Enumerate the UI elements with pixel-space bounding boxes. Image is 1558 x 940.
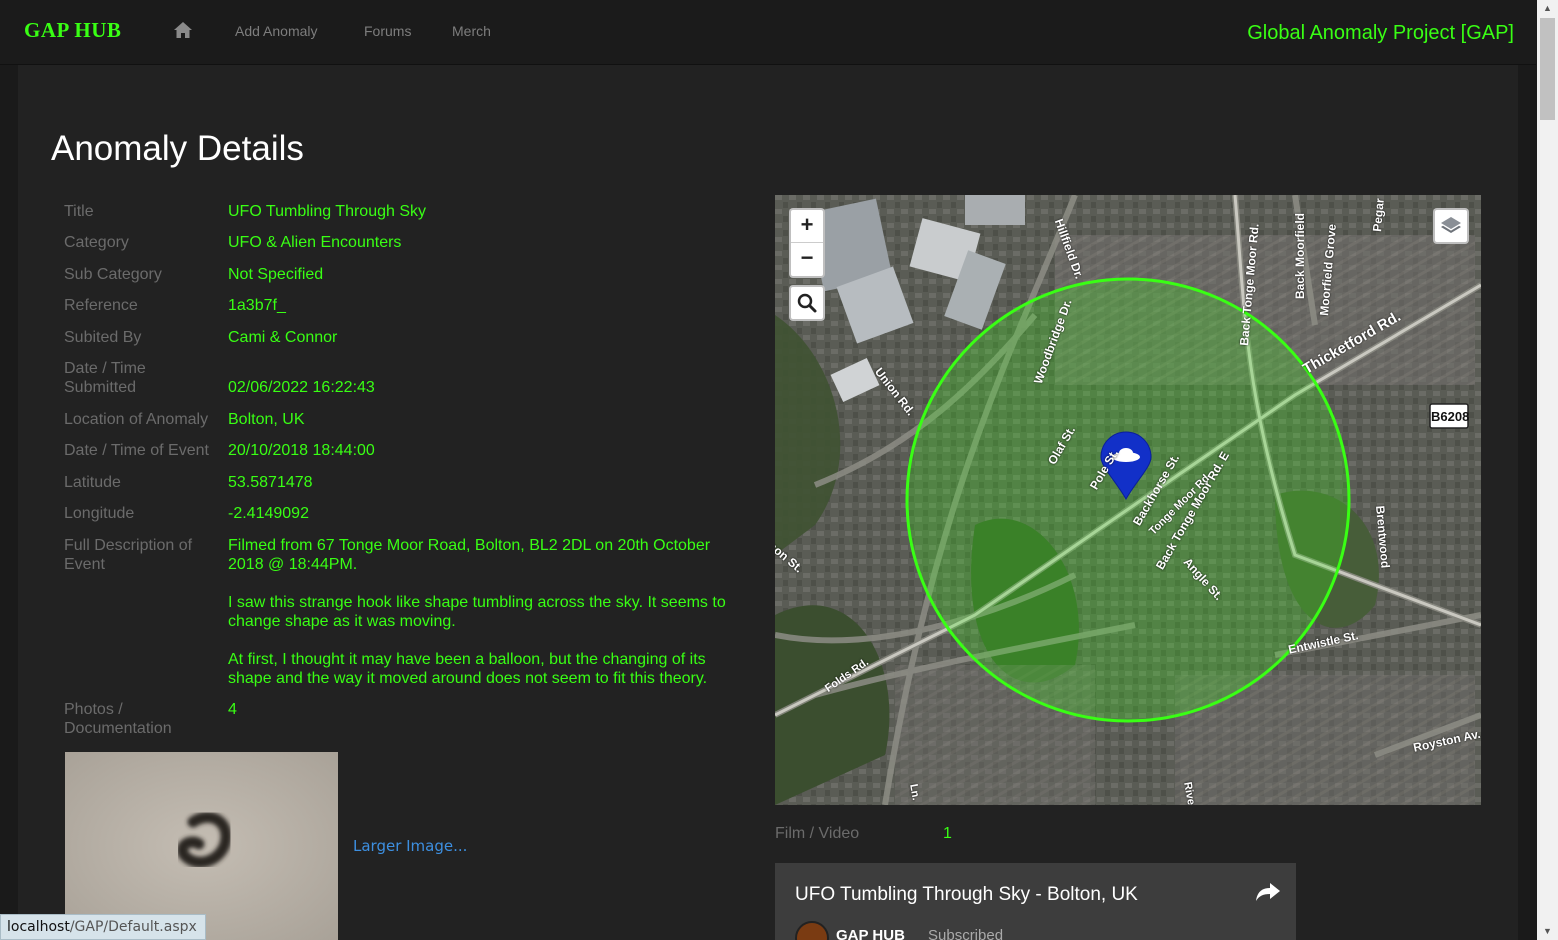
detail-label: Location of Anomaly [64,411,209,428]
channel-name[interactable]: GAP HUB [836,927,905,940]
detail-label: Title [64,203,94,220]
subscribed-label: Subscribed [928,927,1004,940]
description-paragraph: At first, I thought it may have been a b… [228,651,708,687]
status-host: localhost [7,919,70,935]
detail-value: UFO & Alien Encounters [228,234,402,251]
scroll-up-icon[interactable]: ▲ [1537,0,1558,17]
detail-value: 02/06/2022 16:22:43 [228,379,375,396]
detail-label: Date / Time Submitted [64,360,146,396]
top-navbar: GAP HUB Add Anomaly Forums Merch Global … [0,0,1536,65]
share-icon[interactable] [1255,881,1281,903]
larger-image-link[interactable]: Larger Image... [353,837,467,855]
layers-icon [1441,217,1461,233]
detail-value: 4 [228,701,237,718]
description-paragraph: I saw this strange hook like shape tumbl… [228,594,726,630]
detail-label: Longitude [64,505,135,522]
map-tiles [775,195,1481,805]
page-title: Anomaly Details [51,129,304,168]
scroll-thumb[interactable] [1540,18,1555,120]
detail-label: Category [64,234,129,251]
video-title[interactable]: UFO Tumbling Through Sky - Bolton, UK [795,884,1138,906]
detail-label: Reference [64,297,138,314]
home-icon[interactable] [173,21,193,39]
page-scrollbar[interactable]: ▲ ▼ [1537,0,1558,940]
detail-value: 20/10/2018 18:44:00 [228,442,375,459]
map-label: Ln. [907,783,922,802]
scroll-down-icon[interactable]: ▼ [1537,923,1558,940]
map-view[interactable]: Hillfield Dr. Woodbridge Dr. Union Rd. O… [775,195,1481,805]
map-layers-button[interactable] [1433,208,1469,244]
brand-logo[interactable]: GAP HUB [24,18,121,43]
detail-label: Photos / Documentation [64,701,172,737]
video-embed[interactable]: UFO Tumbling Through Sky - Bolton, UK GA… [775,863,1296,940]
status-path: /GAP/Default.aspx [69,919,197,935]
detail-value: Not Specified [228,266,324,283]
detail-value: Cami & Connor [228,329,338,346]
channel-avatar[interactable] [795,921,829,940]
detail-label: Subited By [64,329,142,346]
zoom-in-button[interactable]: + [791,210,823,243]
zoom-out-button[interactable]: − [791,243,823,275]
detail-label: Date / Time of Event [64,442,209,459]
film-label: Film / Video [775,825,860,842]
detail-value: -2.4149092 [228,505,309,522]
search-icon [797,293,817,313]
map-zoom-control: + − [789,208,825,278]
detail-label: Latitude [64,474,121,491]
map-label: B6208 [1431,409,1470,424]
film-count: 1 [943,825,952,842]
map-search-button[interactable] [789,285,825,321]
nav-add-anomaly[interactable]: Add Anomaly [235,23,318,39]
map-label: Pegar [1370,197,1387,233]
description-paragraph: Filmed from 67 Tonge Moor Road, Bolton, … [228,537,711,573]
detail-label: Sub Category [64,266,162,283]
nav-merch[interactable]: Merch [452,23,491,39]
detail-value: 1a3b7f_ [228,297,286,314]
map-label: Back Moorfield [1293,212,1307,299]
detail-value: 53.5871478 [228,474,313,491]
nav-forums[interactable]: Forums [364,23,411,39]
detail-value: UFO Tumbling Through Sky [228,203,427,220]
detail-label: Full Description of Event [64,537,193,573]
status-bar-url: localhost/GAP/Default.aspx [0,914,206,940]
detail-value: Bolton, UK [228,411,305,428]
anomaly-photo[interactable] [65,752,338,940]
site-title[interactable]: Global Anomaly Project [GAP] [1247,22,1514,45]
